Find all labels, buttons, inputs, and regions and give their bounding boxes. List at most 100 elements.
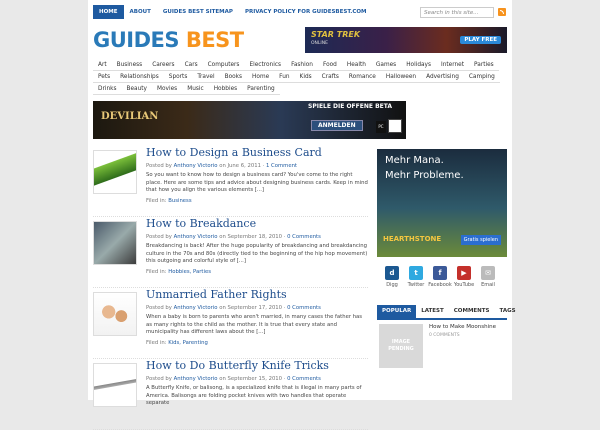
tab-popular[interactable]: POPULAR (377, 305, 417, 318)
site-logo[interactable]: GUIDES BEST (93, 28, 244, 52)
post-date: September 18, 2010 (227, 234, 283, 240)
post-author[interactable]: Anthony Victorio (174, 234, 218, 240)
post-meta: Posted by Anthony Victorio on September … (146, 234, 321, 240)
social-label: Facebook (428, 282, 452, 288)
post-category[interactable]: Business (168, 198, 191, 204)
post-item: How to Breakdance Posted by Anthony Vict… (93, 217, 368, 288)
post-meta: Posted by Anthony Victorio on September … (146, 376, 321, 382)
category-link[interactable]: Romance (343, 71, 381, 83)
post-thumbnail[interactable] (93, 221, 137, 265)
post-thumbnail[interactable] (93, 150, 137, 194)
category-link[interactable]: Crafts (316, 71, 344, 83)
banner-ad-button[interactable]: ANMELDEN (311, 120, 363, 131)
category-link[interactable]: Parenting (242, 83, 280, 95)
category-link[interactable]: Camping (463, 71, 500, 83)
social-label: Twitter (407, 282, 425, 288)
nav-privacy[interactable]: PRIVACY POLICY FOR GUIDESBEST.COM (239, 5, 373, 19)
category-link[interactable]: Music (182, 83, 209, 95)
post-title[interactable]: How to Breakdance (146, 217, 256, 230)
post-comments[interactable]: 0 Comments (287, 376, 321, 382)
social-link-facebook[interactable]: f Facebook (428, 266, 452, 288)
category-link[interactable]: Games (370, 59, 402, 71)
post-date: September 15, 2010 (227, 376, 283, 382)
category-link[interactable]: Cars (179, 59, 203, 71)
category-link[interactable]: Health (341, 59, 371, 71)
post-author[interactable]: Anthony Victorio (174, 376, 218, 382)
post-meta: Posted by Anthony Victorio on September … (146, 305, 321, 311)
category-link[interactable]: Movies (152, 83, 183, 95)
category-link[interactable]: Art (93, 59, 112, 71)
tab-comments[interactable]: COMMENTS (449, 305, 495, 318)
post-thumbnail[interactable] (93, 363, 137, 407)
post-title[interactable]: Unmarried Father Rights (146, 288, 287, 301)
post-author[interactable]: Anthony Victorio (174, 305, 218, 311)
nav-about[interactable]: ABOUT (124, 5, 157, 19)
post-comments[interactable]: 0 Comments (287, 305, 321, 311)
category-link[interactable]: Sports (163, 71, 193, 83)
top-ad-banner[interactable]: STAR TREK ONLINE PLAY FREE (305, 27, 507, 53)
popular-title[interactable]: How to Make Moonshine (429, 324, 496, 330)
page: HOME ABOUT GUIDES BEST SITEMAP PRIVACY P… (88, 0, 516, 430)
social-link-email[interactable]: ✉ Email (476, 266, 500, 288)
top-ad-button[interactable]: PLAY FREE (460, 36, 501, 44)
nav-sitemap[interactable]: GUIDES BEST SITEMAP (157, 5, 239, 19)
post-title[interactable]: How to Do Butterfly Knife Tricks (146, 359, 329, 372)
email-icon: ✉ (481, 266, 495, 280)
category-link[interactable]: Halloween (380, 71, 422, 83)
search-input[interactable]: Search in this site... (420, 7, 494, 18)
popular-comments: 0 COMMENTS (429, 333, 460, 338)
social-link-youtube[interactable]: ▶ YouTube (452, 266, 476, 288)
post-comments[interactable]: 0 Comments (287, 234, 321, 240)
on-word: on (219, 163, 226, 169)
post-filed: Filed in: Business (146, 198, 192, 204)
category-link[interactable]: Travel (192, 71, 220, 83)
category-link[interactable]: Pets (93, 71, 116, 83)
popular-thumbnail[interactable]: IMAGE PENDING (379, 324, 423, 368)
category-link[interactable]: Business (111, 59, 148, 71)
tab-tags[interactable]: TAGS (495, 305, 521, 318)
post-item: How to Design a Business Card Posted by … (93, 146, 368, 217)
category-link[interactable]: Computers (202, 59, 245, 71)
banner-ad[interactable]: DEVILIAN SPIELE DIE OFFENE BETA ANMELDEN… (93, 101, 406, 139)
category-link[interactable]: Kids (294, 71, 317, 83)
category-link[interactable]: Parties (469, 59, 499, 71)
twitter-icon: t (409, 266, 423, 280)
category-link[interactable]: Food (317, 59, 342, 71)
category-link[interactable]: Holidays (401, 59, 436, 71)
post-excerpt: Breakdancing is back! After the huge pop… (146, 243, 368, 265)
category-link[interactable]: Fun (274, 71, 295, 83)
post-thumbnail[interactable] (93, 292, 137, 336)
nav-home[interactable]: HOME (93, 5, 124, 19)
post-list: How to Design a Business Card Posted by … (93, 146, 368, 430)
banner-ad-title: DEVILIAN (101, 111, 159, 122)
sidebar-ad-button[interactable]: Gratis spielen (460, 235, 501, 245)
social-link-digg[interactable]: d Digg (380, 266, 404, 288)
post-excerpt: So you want to know how to design a busi… (146, 172, 368, 194)
category-link[interactable]: Careers (147, 59, 180, 71)
category-link[interactable]: Drinks (93, 83, 122, 95)
post-category[interactable]: Kids, Parenting (168, 340, 208, 346)
usk-rating-icon (388, 119, 402, 133)
category-link[interactable]: Hobbies (208, 83, 243, 95)
social-link-twitter[interactable]: t Twitter (404, 266, 428, 288)
logo-part2: BEST (185, 28, 244, 52)
category-link[interactable]: Relationships (115, 71, 164, 83)
category-link[interactable]: Beauty (121, 83, 152, 95)
category-link[interactable]: Books (219, 71, 248, 83)
post-comments[interactable]: 1 Comment (266, 163, 297, 169)
sidebar-ad-line1: Mehr Mana. (385, 155, 444, 166)
category-link[interactable]: Home (247, 71, 275, 83)
tab-latest[interactable]: LATEST (416, 305, 449, 318)
post-category[interactable]: Hobbies, Parties (168, 269, 211, 275)
category-link[interactable]: Advertising (421, 71, 464, 83)
social-label: Digg (386, 282, 398, 288)
rss-icon[interactable] (498, 8, 506, 16)
post-title[interactable]: How to Design a Business Card (146, 146, 322, 159)
post-author[interactable]: Anthony Victorio (174, 163, 218, 169)
category-link[interactable]: Electronics (244, 59, 287, 71)
category-link[interactable]: Fashion (286, 59, 318, 71)
post-filed: Filed in: Hobbies, Parties (146, 269, 211, 275)
category-link[interactable]: Internet (436, 59, 470, 71)
sidebar-ad[interactable]: Mehr Mana. Mehr Probleme. HEARTHSTONE Gr… (377, 149, 507, 257)
filed-label: Filed in: (146, 340, 167, 346)
